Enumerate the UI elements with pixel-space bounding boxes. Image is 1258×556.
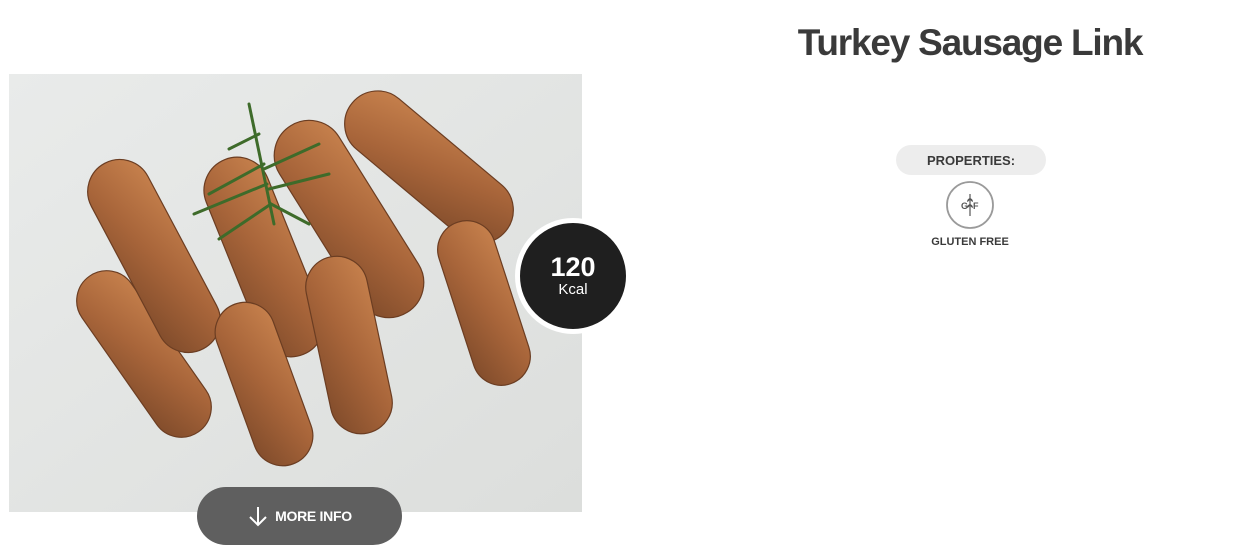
arrow-down-icon [247,505,269,527]
more-info-label: MORE INFO [275,508,352,524]
more-info-button[interactable]: MORE INFO [197,487,402,545]
properties-heading: PROPERTIES: [896,145,1046,175]
header-spacer [0,0,600,74]
gluten-free-icon[interactable]: G F [945,180,995,230]
calorie-value: 120 [550,252,596,282]
product-title: Turkey Sausage Link [797,22,1144,63]
calorie-unit: Kcal [558,281,588,298]
gluten-free-label: GLUTEN FREE [931,236,1009,248]
product-photo [9,74,582,512]
sausage-illustration [9,74,582,512]
calorie-badge: 120 Kcal [515,218,631,334]
gf-icon-letter-g: G [961,201,968,211]
gf-icon-letter-f: F [973,201,979,211]
